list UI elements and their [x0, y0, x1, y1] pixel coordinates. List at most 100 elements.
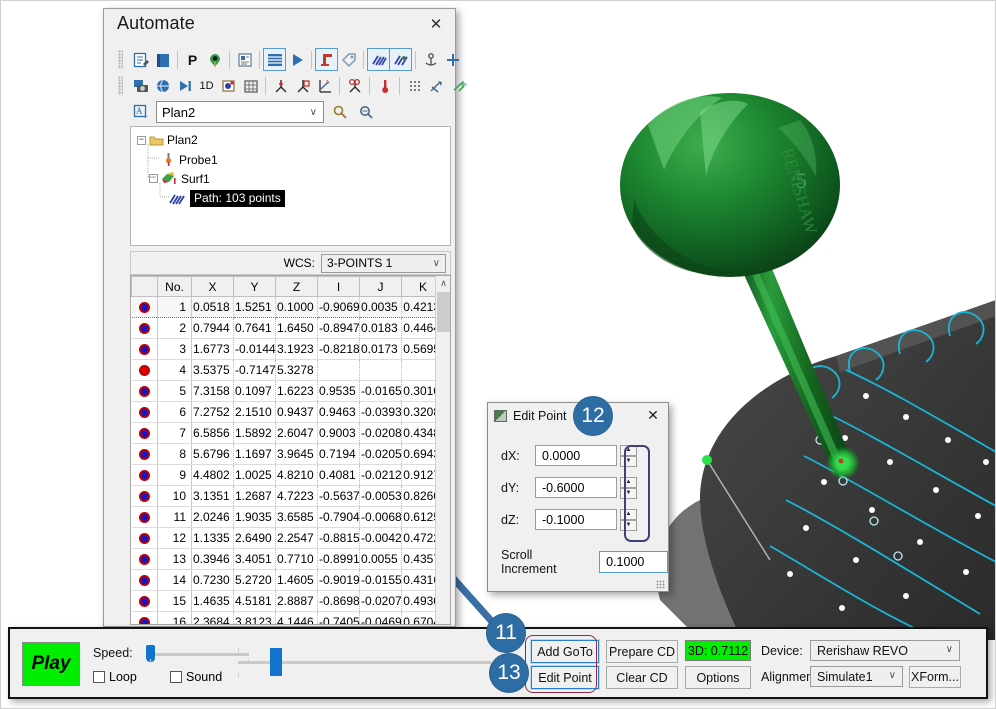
loop-checkbox[interactable] [93, 671, 105, 683]
row-marker-cell[interactable] [131, 569, 158, 591]
cell-i[interactable]: -0.7904 [317, 506, 360, 528]
cell-no[interactable]: 16 [157, 611, 192, 624]
col-no[interactable]: No. [157, 276, 192, 297]
edit-point-dialog[interactable]: Edit Point ✕ dX: 0.0000 ▲ ▼ dY: -0.6000 ▲… [487, 402, 669, 592]
cell-no[interactable]: 10 [157, 485, 192, 507]
cell-z[interactable]: 2.2547 [275, 527, 318, 549]
col-y[interactable]: Y [233, 276, 276, 297]
cell-x[interactable]: 1.6773 [191, 338, 234, 360]
row-marker-cell[interactable] [131, 506, 158, 528]
table-row[interactable]: 4 3.5375 -0.7147 5.3278 [131, 359, 445, 381]
cell-j[interactable]: -0.0068 [359, 506, 402, 528]
cell-x[interactable]: 7.3158 [191, 380, 234, 402]
cell-x[interactable]: 0.0518 [191, 296, 234, 318]
cell-no[interactable]: 11 [157, 506, 192, 528]
cell-no[interactable]: 12 [157, 527, 192, 549]
cell-y[interactable]: 1.9035 [233, 506, 276, 528]
cell-z[interactable]: 1.6450 [275, 317, 318, 339]
close-icon[interactable]: ✕ [644, 406, 662, 424]
cell-x[interactable]: 5.6796 [191, 443, 234, 465]
cell-j[interactable]: 0.0035 [359, 296, 402, 318]
spin-up-icon[interactable]: ▲ [620, 445, 637, 456]
automate-window[interactable]: Automate ✕ P 1D z A + Plan2 ∨ − Plan2 Pr… [103, 8, 467, 627]
search-all-icon[interactable] [355, 102, 376, 123]
cell-no[interactable]: 6 [157, 401, 192, 423]
cell-z[interactable]: 1.6223 [275, 380, 318, 402]
col-marker[interactable] [131, 276, 158, 297]
edit-point-button[interactable]: Edit Point [531, 666, 599, 689]
dz-spinner[interactable]: ▲ ▼ [620, 509, 637, 531]
spin-down-icon[interactable]: ▼ [620, 456, 637, 467]
cell-x[interactable]: 2.0246 [191, 506, 234, 528]
alignment-point-icon[interactable] [270, 75, 291, 96]
cell-no[interactable]: 2 [157, 317, 192, 339]
cell-z[interactable]: 0.1000 [275, 296, 318, 318]
row-marker-cell[interactable] [131, 527, 158, 549]
cell-y[interactable]: 1.2687 [233, 485, 276, 507]
play-triangle-icon[interactable] [286, 49, 307, 70]
cell-z[interactable]: 2.8887 [275, 590, 318, 612]
cell-j[interactable]: -0.0393 [359, 401, 402, 423]
cell-y[interactable]: 2.1510 [233, 401, 276, 423]
cell-z[interactable]: 1.4605 [275, 569, 318, 591]
cell-j[interactable]: -0.0042 [359, 527, 402, 549]
col-j[interactable]: J [359, 276, 402, 297]
cell-x[interactable]: 4.4802 [191, 464, 234, 486]
cell-j[interactable]: -0.0053 [359, 485, 402, 507]
table-row[interactable]: 8 5.6796 1.1697 3.9645 0.7194 -0.0205 0.6943 [131, 443, 445, 465]
thermometer-icon[interactable] [374, 75, 395, 96]
edit-list-icon[interactable] [130, 49, 151, 70]
table-row[interactable]: 9 4.4802 1.0025 4.8210 0.4081 -0.0212 0.9127 [131, 464, 445, 486]
clear-cd-button[interactable]: Clear CD [606, 666, 678, 689]
cell-y[interactable]: 1.1697 [233, 443, 276, 465]
col-z[interactable]: Z [275, 276, 318, 297]
cell-z[interactable]: 2.6047 [275, 422, 318, 444]
cell-y[interactable]: 1.5251 [233, 296, 276, 318]
search-icon[interactable] [329, 102, 350, 123]
row-marker-cell[interactable] [131, 296, 158, 318]
cell-j[interactable]: -0.0165 [359, 380, 402, 402]
spin-up-icon[interactable]: ▲ [620, 509, 637, 520]
xform-button[interactable]: XForm... [909, 666, 961, 688]
table-row[interactable]: 10 3.1351 1.2687 4.7223 -0.5637 -0.0053 0.8260 [131, 485, 445, 507]
cell-z[interactable]: 0.7710 [275, 548, 318, 570]
cell-z[interactable]: 0.9437 [275, 401, 318, 423]
cell-i[interactable]: -0.9019 [317, 569, 360, 591]
cell-i[interactable]: 0.9463 [317, 401, 360, 423]
path-hatch-icon[interactable] [367, 48, 390, 71]
cell-j[interactable]: 0.0183 [359, 317, 402, 339]
table-scrollbar[interactable]: ∧ [435, 276, 450, 624]
dx-spinner[interactable]: ▲ ▼ [620, 445, 637, 467]
spin-up-icon[interactable]: ▲ [620, 477, 637, 488]
cell-j[interactable] [359, 359, 402, 381]
prepare-cd-button[interactable]: Prepare CD [606, 640, 678, 663]
close-icon[interactable]: ✕ [425, 15, 447, 35]
cell-x[interactable]: 3.5375 [191, 359, 234, 381]
cell-x[interactable]: 0.7944 [191, 317, 234, 339]
cell-j[interactable]: -0.0469 [359, 611, 402, 624]
dx-input[interactable]: 0.0000 [535, 445, 617, 466]
row-marker-cell[interactable] [131, 359, 158, 381]
table-row[interactable]: 13 0.3946 3.4051 0.7710 -0.8991 0.0055 0.4357 [131, 548, 445, 570]
vector-arrows-icon[interactable] [426, 75, 447, 96]
row-marker-cell[interactable] [131, 443, 158, 465]
row-marker-cell[interactable] [131, 422, 158, 444]
cell-i[interactable]: 0.9003 [317, 422, 360, 444]
anchor-icon[interactable] [420, 49, 441, 70]
dy-input[interactable]: -0.6000 [535, 477, 617, 498]
wcs-bar[interactable]: WCS: 3-POINTS 1 ∨ [130, 251, 451, 275]
cell-y[interactable]: 0.7641 [233, 317, 276, 339]
plan-combobox[interactable]: Plan2 ∨ [156, 101, 324, 123]
cell-j[interactable]: -0.0208 [359, 422, 402, 444]
cell-x[interactable]: 0.7230 [191, 569, 234, 591]
table-row[interactable]: 1 0.0518 1.5251 0.1000 -0.9069 0.0035 0.4213 [131, 296, 445, 318]
row-marker-cell[interactable] [131, 548, 158, 570]
cell-no[interactable]: 4 [157, 359, 192, 381]
position-slider-thumb[interactable] [270, 648, 282, 676]
row-marker-cell[interactable] [131, 317, 158, 339]
cell-y[interactable]: 0.1097 [233, 380, 276, 402]
cell-j[interactable]: -0.0212 [359, 464, 402, 486]
cell-no[interactable]: 9 [157, 464, 192, 486]
sound-checkbox[interactable] [170, 671, 182, 683]
cell-no[interactable]: 1 [157, 296, 192, 318]
